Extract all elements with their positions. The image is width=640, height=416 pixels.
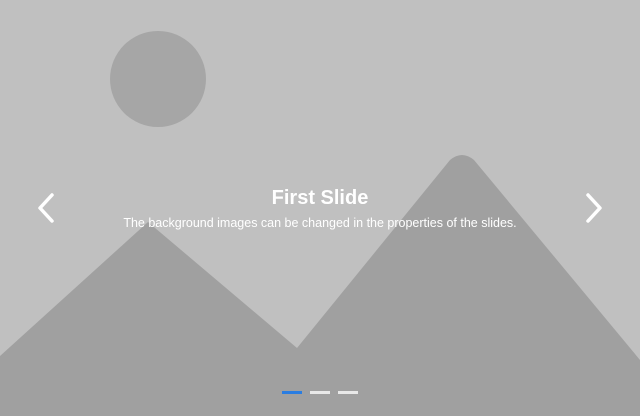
slide-indicator-2[interactable] [310,391,330,394]
slide-indicators [0,391,640,394]
previous-slide-button[interactable] [28,188,64,228]
slide-caption: First Slide The background images can be… [0,184,640,232]
next-slide-button[interactable] [576,188,612,228]
chevron-left-icon [38,193,54,223]
chevron-right-icon [586,193,602,223]
placeholder-sun [110,31,206,127]
slide-title: First Slide [271,187,369,209]
slide-description: The background images can be changed in … [123,216,517,230]
image-carousel[interactable]: First Slide The background images can be… [0,0,640,416]
slide-indicator-3[interactable] [338,391,358,394]
slide-indicator-1[interactable] [282,391,302,394]
